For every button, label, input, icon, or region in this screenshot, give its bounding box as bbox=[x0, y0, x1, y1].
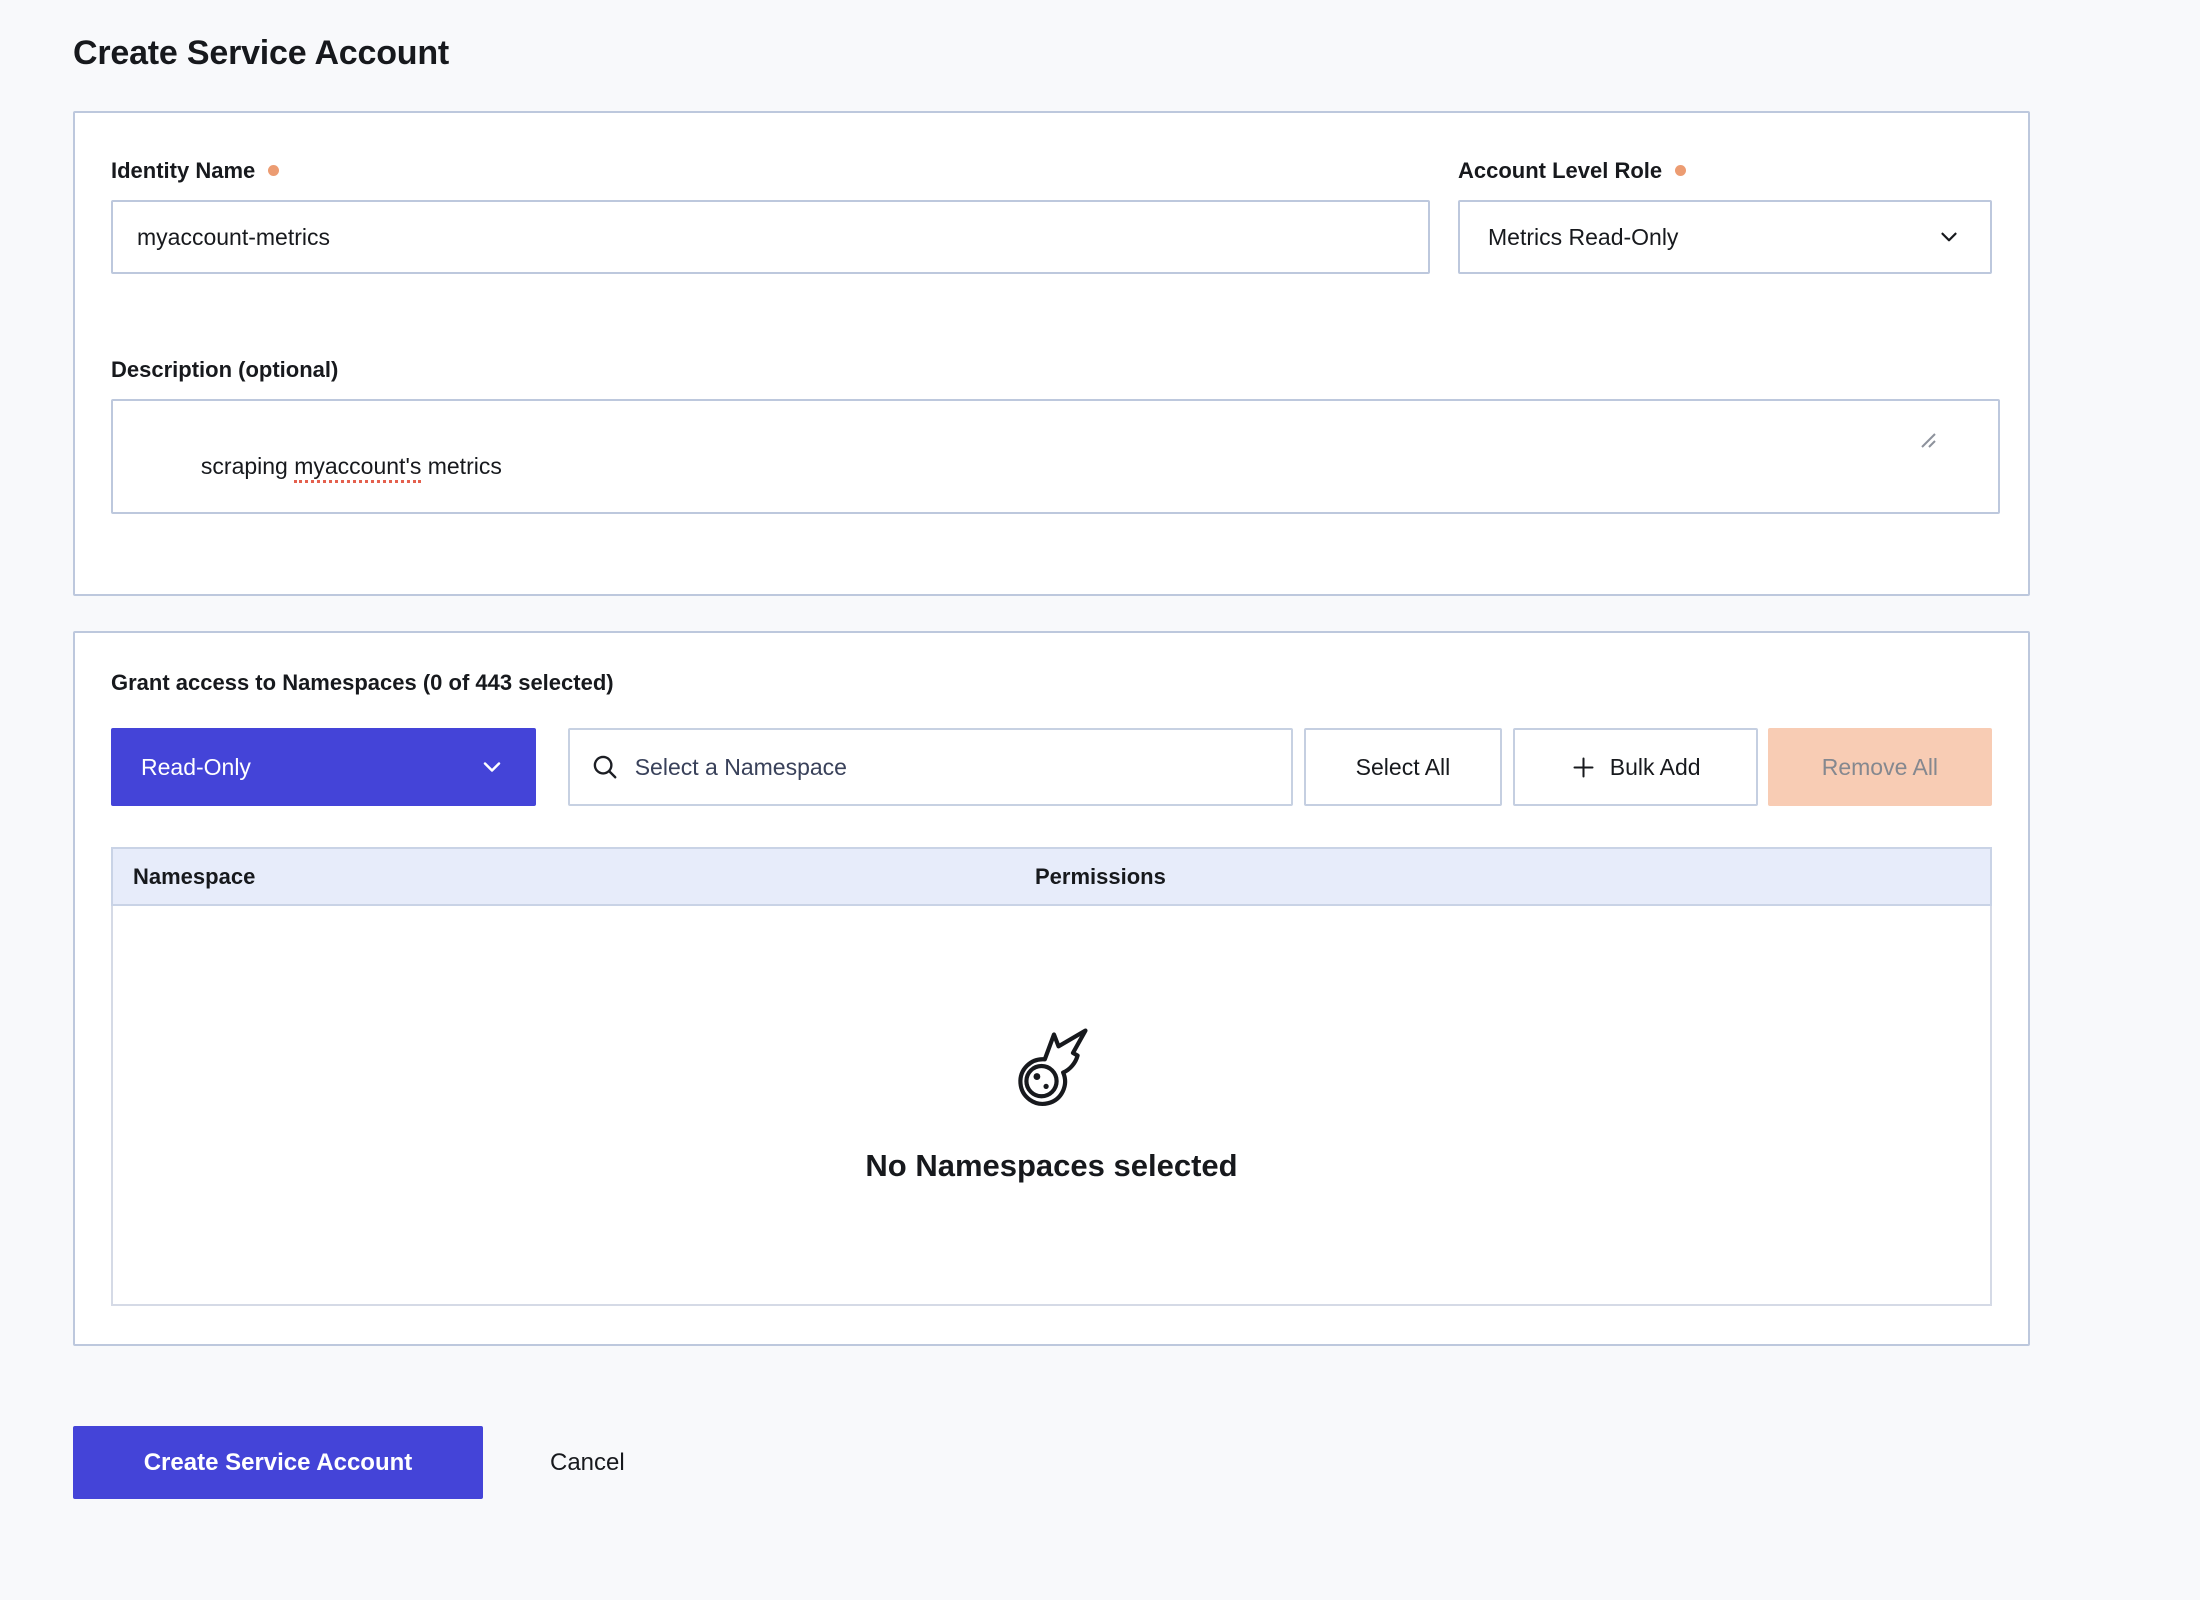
description-text: metrics bbox=[421, 453, 502, 479]
account-level-role-select[interactable]: Metrics Read-Only bbox=[1458, 200, 1992, 274]
permission-role-dropdown[interactable]: Read-Only bbox=[111, 728, 536, 806]
bulk-add-label: Bulk Add bbox=[1610, 754, 1701, 781]
bulk-add-button[interactable]: Bulk Add bbox=[1513, 728, 1758, 806]
chevron-down-icon bbox=[478, 753, 506, 781]
select-all-button[interactable]: Select All bbox=[1304, 728, 1501, 806]
description-label-row: Description (optional) bbox=[111, 356, 1992, 383]
required-dot-icon bbox=[268, 165, 279, 176]
create-service-account-button[interactable]: Create Service Account bbox=[73, 1426, 483, 1499]
description-textarea[interactable]: scraping myaccount's metrics bbox=[111, 399, 2000, 514]
column-header-permissions: Permissions bbox=[1035, 864, 1166, 890]
search-icon bbox=[590, 752, 620, 782]
identity-name-input[interactable] bbox=[111, 200, 1430, 274]
namespace-search-box[interactable] bbox=[568, 728, 1294, 806]
page: Create Service Account Identity Name Acc… bbox=[0, 0, 2200, 1499]
account-level-role-label: Account Level Role bbox=[1458, 157, 1662, 184]
identity-name-label-row: Identity Name bbox=[111, 157, 1430, 184]
description-misspelled-word: myaccount's bbox=[294, 453, 421, 483]
namespace-search-input[interactable] bbox=[635, 730, 1272, 804]
description-label: Description (optional) bbox=[111, 356, 338, 383]
permission-role-value: Read-Only bbox=[141, 754, 251, 781]
namespaces-card: Grant access to Namespaces (0 of 443 sel… bbox=[73, 631, 2030, 1346]
empty-state-message: No Namespaces selected bbox=[865, 1148, 1237, 1184]
namespaces-table-body: No Namespaces selected bbox=[111, 906, 1992, 1306]
page-title: Create Service Account bbox=[73, 34, 2030, 73]
basic-info-card: Identity Name Account Level Role Metrics… bbox=[73, 111, 2030, 596]
description-text: scraping bbox=[201, 453, 294, 479]
account-level-role-label-row: Account Level Role bbox=[1458, 157, 1992, 184]
description-field: Description (optional) scraping myaccoun… bbox=[111, 356, 1992, 514]
form-actions: Create Service Account Cancel bbox=[73, 1426, 2030, 1499]
required-dot-icon bbox=[1675, 165, 1686, 176]
remove-all-label: Remove All bbox=[1822, 754, 1938, 781]
identity-name-label: Identity Name bbox=[111, 157, 255, 184]
remove-all-button-disabled[interactable]: Remove All bbox=[1768, 728, 1992, 806]
namespaces-table-header: Namespace Permissions bbox=[111, 847, 1992, 906]
comet-icon bbox=[1010, 1026, 1094, 1110]
chevron-down-icon bbox=[1936, 224, 1962, 250]
namespaces-toolbar: Read-Only bbox=[111, 728, 1992, 806]
column-header-namespace: Namespace bbox=[113, 864, 1035, 890]
select-all-label: Select All bbox=[1356, 754, 1451, 781]
identity-name-field: Identity Name bbox=[111, 157, 1430, 274]
account-level-role-field: Account Level Role Metrics Read-Only bbox=[1458, 157, 1992, 274]
plus-icon bbox=[1570, 754, 1597, 781]
cancel-button[interactable]: Cancel bbox=[550, 1449, 625, 1477]
namespaces-table: Namespace Permissions No Namespaces sele… bbox=[111, 847, 1992, 1306]
grant-access-heading: Grant access to Namespaces (0 of 443 sel… bbox=[111, 669, 1992, 696]
account-level-role-value: Metrics Read-Only bbox=[1488, 224, 1678, 251]
resize-grip-icon[interactable] bbox=[1918, 370, 1995, 509]
